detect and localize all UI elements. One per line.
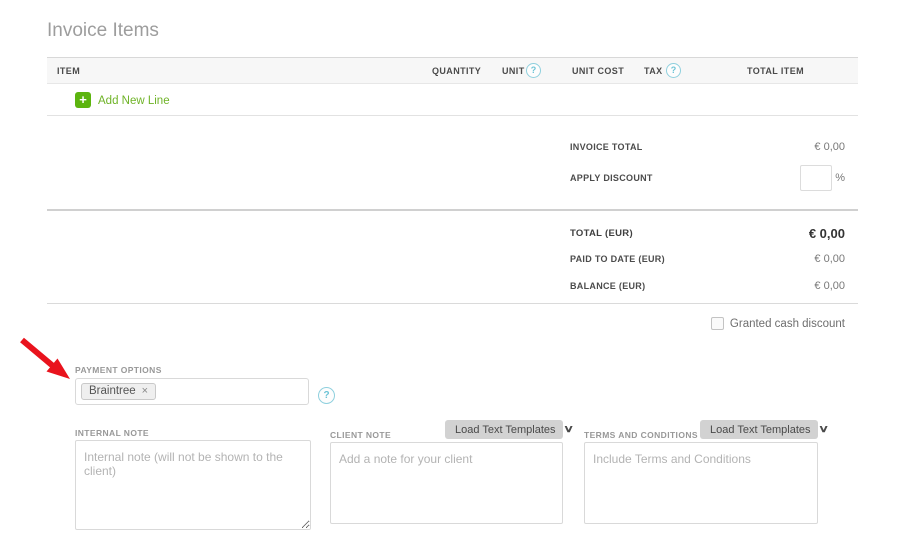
divider [47, 209, 858, 211]
paid-to-date-row: PAID TO DATE (EUR) € 0,00 [570, 253, 845, 265]
divider [47, 303, 858, 304]
invoice-total-value: € 0,00 [814, 141, 845, 153]
load-templates-label: Load Text Templates [455, 424, 556, 436]
add-line-row: + Add New Line [47, 85, 858, 116]
remove-tag-icon[interactable]: × [142, 385, 148, 397]
total-value: € 0,00 [809, 226, 845, 241]
column-header-unit-cost: UNIT COST [572, 66, 624, 76]
invoice-total-row: INVOICE TOTAL € 0,00 [570, 141, 845, 153]
apply-discount-row: APPLY DISCOUNT % [570, 164, 845, 192]
client-note-textarea[interactable] [330, 442, 563, 524]
add-new-line-plus-icon[interactable]: + [75, 92, 91, 108]
column-header-tax: TAX [644, 66, 663, 76]
column-header-quantity: QUANTITY [432, 66, 481, 76]
balance-label: BALANCE (EUR) [570, 281, 645, 291]
internal-note-textarea[interactable] [75, 440, 311, 530]
client-note-load-templates-button[interactable]: Load Text Templates ∨ [445, 420, 563, 439]
balance-row: BALANCE (EUR) € 0,00 [570, 280, 845, 292]
invoice-editor-page: Invoice Items ITEM QUANTITY UNIT ? UNIT … [0, 0, 920, 545]
terms-load-templates-button[interactable]: Load Text Templates ∨ [700, 420, 818, 439]
discount-percent-sign: % [835, 172, 845, 184]
granted-cash-discount-label: Granted cash discount [730, 318, 845, 330]
granted-cash-discount-row: Granted cash discount [570, 317, 845, 330]
chevron-down-icon: ∨ [818, 424, 829, 435]
payment-options-field[interactable]: Braintree × [75, 378, 309, 405]
discount-input[interactable] [800, 165, 832, 191]
terms-and-conditions-label: TERMS AND CONDITIONS [584, 430, 698, 440]
apply-discount-label: APPLY DISCOUNT [570, 173, 653, 183]
column-header-item: ITEM [57, 66, 80, 76]
load-templates-label: Load Text Templates [710, 424, 811, 436]
client-note-label: CLIENT NOTE [330, 430, 391, 440]
payment-options-label: PAYMENT OPTIONS [75, 365, 162, 375]
column-header-unit: UNIT [502, 66, 525, 76]
payment-option-tag: Braintree × [81, 383, 156, 400]
unit-help-icon[interactable]: ? [526, 63, 541, 78]
chevron-down-icon: ∨ [563, 424, 574, 435]
page-title: Invoice Items [47, 20, 159, 42]
paid-to-date-label: PAID TO DATE (EUR) [570, 254, 665, 264]
paid-to-date-value: € 0,00 [814, 253, 845, 265]
column-header-total-item: TOTAL ITEM [747, 66, 804, 76]
terms-and-conditions-textarea[interactable] [584, 442, 818, 524]
balance-value: € 0,00 [814, 280, 845, 292]
payment-options-help-icon[interactable]: ? [318, 387, 335, 404]
total-row: TOTAL (EUR) € 0,00 [570, 226, 845, 241]
tax-help-icon[interactable]: ? [666, 63, 681, 78]
granted-cash-discount-checkbox[interactable] [711, 317, 724, 330]
add-new-line-button[interactable]: Add New Line [98, 95, 170, 107]
invoice-total-label: INVOICE TOTAL [570, 142, 643, 152]
invoice-items-table-header: ITEM QUANTITY UNIT ? UNIT COST TAX ? TOT… [47, 57, 858, 84]
payment-option-tag-label: Braintree [89, 385, 136, 397]
total-label: TOTAL (EUR) [570, 228, 633, 239]
internal-note-label: INTERNAL NOTE [75, 428, 149, 438]
discount-input-group: % [800, 165, 845, 191]
red-arrow-annotation-icon [18, 336, 74, 382]
